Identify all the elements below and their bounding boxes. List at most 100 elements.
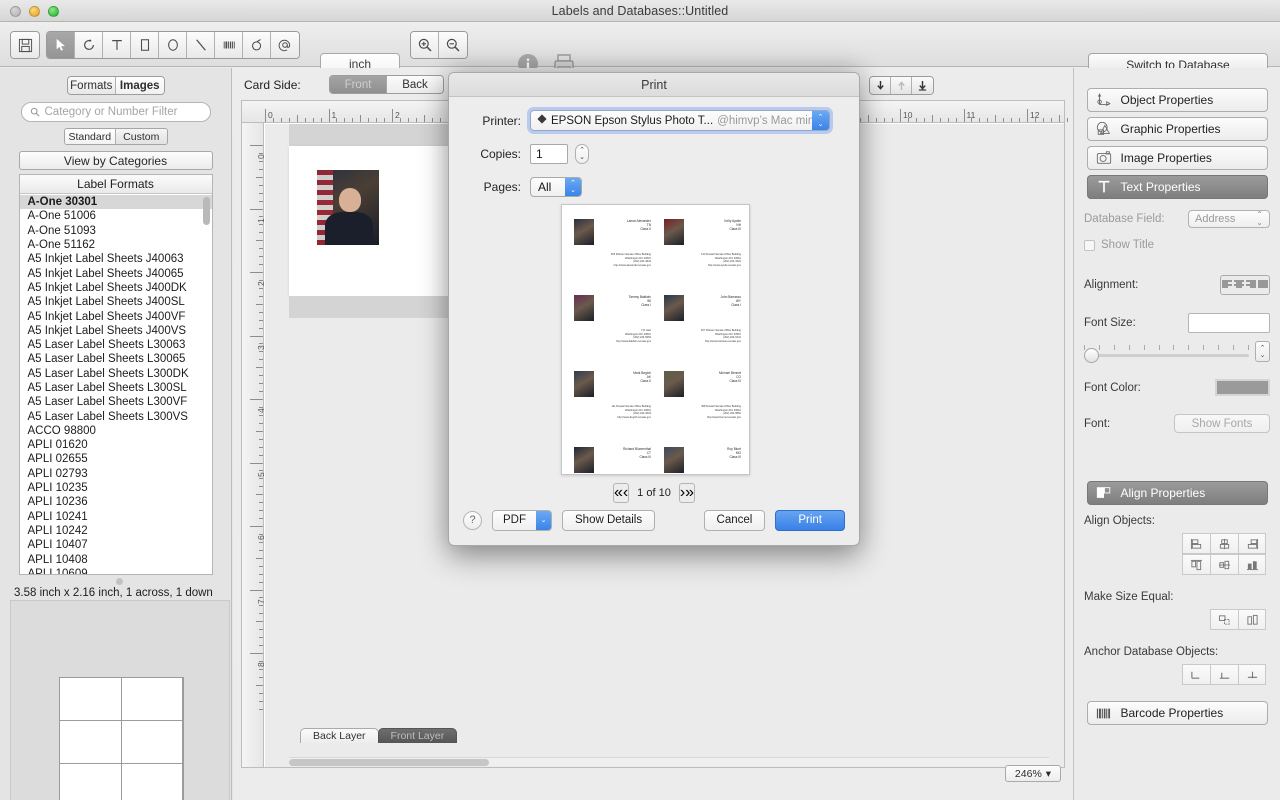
font-size-input[interactable] [1188, 313, 1270, 333]
tab-back-layer[interactable]: Back Layer [300, 728, 379, 743]
align-objects-row-1[interactable] [1074, 533, 1280, 554]
record-nav-group[interactable] [869, 76, 934, 95]
list-item[interactable]: A5 Laser Label Sheets L30063 [20, 338, 212, 352]
list-item[interactable]: A5 Inkjet Label Sheets J40063 [20, 252, 212, 266]
list-item[interactable]: APLI 10609 [20, 567, 212, 574]
toolbar-draw-group[interactable] [46, 31, 300, 59]
list-item[interactable]: A5 Laser Label Sheets L30065 [20, 352, 212, 366]
show-title-row[interactable]: Show Title [1074, 239, 1280, 251]
font-size-slider-row[interactable]: ⌃⌄ [1074, 341, 1280, 362]
card-side-tabs[interactable]: Front Back [329, 75, 444, 94]
stamp-icon[interactable] [243, 32, 271, 58]
list-item[interactable]: A5 Inkjet Label Sheets J40065 [20, 266, 212, 280]
graphic-properties-button[interactable]: Graphic Properties [1087, 117, 1268, 141]
anchor-bottom-icon[interactable] [1210, 664, 1238, 685]
pager-first-button[interactable]: « [614, 484, 623, 502]
copies-stepper[interactable]: ⌃⌄ [575, 144, 589, 164]
tab-formats[interactable]: Formats [68, 77, 116, 94]
help-button[interactable]: ? [463, 511, 482, 530]
label-formats-body[interactable]: A-One 30301A-One 51006A-One 51093A-One 5… [20, 195, 212, 574]
align-left-icon[interactable] [1221, 276, 1233, 294]
pdf-button[interactable]: PDF ⌄ [492, 510, 552, 531]
align-left-objects-icon[interactable] [1182, 533, 1210, 554]
list-item[interactable]: APLI 02655 [20, 452, 212, 466]
preview-pager[interactable]: « ‹ 1 of 10 › » [449, 483, 859, 503]
database-field-dropdown[interactable]: Address ⌃⌄ [1188, 210, 1270, 228]
tab-custom[interactable]: Custom [115, 129, 167, 144]
barcode-properties-button[interactable]: Barcode Properties [1087, 701, 1268, 725]
pager-last-button[interactable]: » [685, 484, 694, 502]
pages-dropdown-arrow-icon[interactable]: ⌃⌄ [565, 178, 581, 196]
font-color-well[interactable] [1215, 379, 1270, 396]
list-scrollbar[interactable] [203, 197, 210, 225]
cancel-button[interactable]: Cancel [704, 510, 766, 531]
at-icon[interactable] [271, 32, 299, 58]
font-size-slider[interactable] [1084, 343, 1249, 361]
pages-dropdown[interactable]: All ⌃⌄ [530, 177, 582, 197]
zoom-in-icon[interactable] [411, 32, 439, 58]
record-first-icon[interactable] [870, 77, 891, 94]
list-item[interactable]: A5 Inkjet Label Sheets J400SL [20, 295, 212, 309]
show-title-checkbox[interactable] [1084, 240, 1095, 251]
anchor-database-objects-row[interactable] [1074, 664, 1280, 685]
toolbar-zoom-group[interactable] [410, 31, 468, 59]
maximize-button[interactable] [48, 6, 59, 17]
list-item[interactable]: A5 Inkjet Label Sheets J400DK [20, 281, 212, 295]
standard-custom-tabs[interactable]: Standard Custom [64, 128, 168, 145]
ellipse-icon[interactable] [159, 32, 187, 58]
tab-card-back[interactable]: Back [386, 76, 443, 93]
align-bottom-objects-icon[interactable] [1238, 554, 1266, 575]
sidebar-tabs[interactable]: Formats Images [67, 76, 165, 95]
barcode-icon[interactable] [215, 32, 243, 58]
pager-forward-group[interactable]: › » [679, 483, 695, 503]
alignment-segmented-control[interactable] [1220, 275, 1270, 295]
list-item[interactable]: APLI 02793 [20, 467, 212, 481]
list-item[interactable]: APLI 10407 [20, 538, 212, 552]
align-justify-icon[interactable] [1257, 276, 1269, 294]
list-item[interactable]: APLI 01620 [20, 438, 212, 452]
list-item[interactable]: APLI 10236 [20, 495, 212, 509]
anchor-left-icon[interactable] [1182, 664, 1210, 685]
list-item[interactable]: A5 Inkjet Label Sheets J400VS [20, 324, 212, 338]
anchor-center-icon[interactable] [1238, 664, 1266, 685]
line-icon[interactable] [187, 32, 215, 58]
close-button[interactable] [10, 6, 21, 17]
object-properties-button[interactable]: Object Properties [1087, 88, 1268, 112]
pdf-chevron-down-icon[interactable]: ⌄ [536, 511, 551, 530]
align-middle-objects-icon[interactable] [1210, 554, 1238, 575]
list-item[interactable]: A-One 51093 [20, 224, 212, 238]
list-item[interactable]: APLI 10241 [20, 510, 212, 524]
align-properties-button[interactable]: Align Properties [1087, 481, 1268, 505]
align-top-objects-icon[interactable] [1182, 554, 1210, 575]
align-center-objects-icon[interactable] [1210, 533, 1238, 554]
search-input[interactable]: Category or Number Filter [21, 102, 211, 122]
print-button[interactable]: Print [775, 510, 845, 531]
make-width-equal-icon[interactable] [1210, 609, 1238, 630]
horizontal-scroll-thumb[interactable] [289, 759, 489, 766]
printer-dropdown[interactable]: EPSON Epson Stylus Photo T... @himvp’s M… [530, 110, 830, 131]
font-size-stepper[interactable]: ⌃⌄ [1255, 341, 1270, 362]
align-center-icon[interactable] [1233, 276, 1245, 294]
make-height-equal-icon[interactable] [1238, 609, 1266, 630]
toolbar-save-group[interactable] [10, 31, 40, 59]
list-item[interactable]: A-One 30301 [20, 195, 212, 209]
rotate-icon[interactable] [75, 32, 103, 58]
window-controls[interactable] [10, 6, 59, 17]
print-dialog[interactable]: Print Printer: EPSON Epson Stylus Photo … [448, 72, 860, 546]
pager-back-group[interactable]: « ‹ [613, 483, 629, 503]
tab-images[interactable]: Images [115, 77, 164, 94]
list-item[interactable]: A5 Inkjet Label Sheets J400VF [20, 309, 212, 323]
zoom-out-icon[interactable] [439, 32, 467, 58]
align-right-objects-icon[interactable] [1238, 533, 1266, 554]
list-item[interactable]: ACCO 98800 [20, 424, 212, 438]
list-item[interactable]: A5 Laser Label Sheets L300DK [20, 367, 212, 381]
text-properties-button[interactable]: Text Properties [1087, 175, 1268, 199]
horizontal-scrollbar[interactable] [289, 757, 1049, 766]
save-icon[interactable] [11, 32, 39, 58]
text-icon[interactable] [103, 32, 131, 58]
pager-prev-button[interactable]: ‹ [623, 484, 628, 502]
print-preview[interactable]: Lamar AlexanderTNClass II455 Dirksen Sen… [561, 204, 750, 475]
list-item[interactable]: APLI 10235 [20, 481, 212, 495]
layer-tabs[interactable]: Back Layer Front Layer [300, 728, 456, 743]
show-fonts-button[interactable]: Show Fonts [1174, 414, 1270, 433]
